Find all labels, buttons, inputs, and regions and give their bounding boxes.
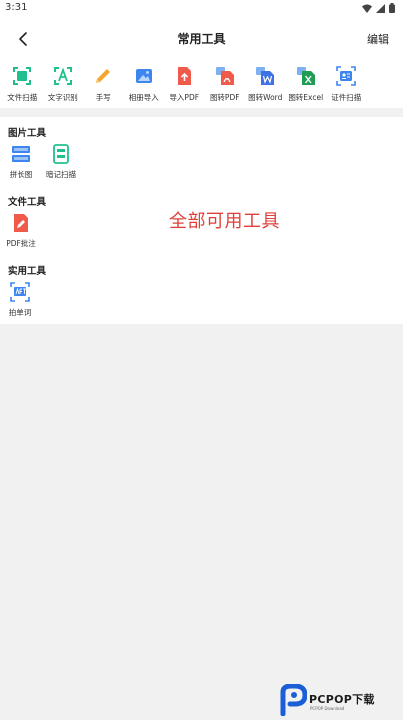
quick-tool-label: 手写 — [95, 93, 111, 102]
status-time: 3:31 — [5, 2, 28, 13]
image-to-excel-icon — [296, 67, 315, 85]
import-pdf-icon — [178, 67, 192, 85]
app-header: 常用工具 编辑 — [0, 18, 403, 60]
long-image-icon — [12, 146, 30, 162]
id-card-icon — [336, 66, 357, 86]
watermark-brand: PCPOP下载 — [309, 693, 375, 706]
quick-tool-label: 导入PDF — [169, 93, 200, 102]
overlay-caption: 全部可用工具 — [169, 211, 280, 232]
quick-tool-text-recognition[interactable]: 文字识别 — [43, 60, 84, 108]
quick-tool-image-to-pdf[interactable]: 图转PDF — [205, 60, 246, 108]
tool-word-capture[interactable]: 拍单词 — [0, 282, 40, 324]
text-recognition-icon — [53, 67, 72, 85]
tool-label: 暗记扫描 — [46, 170, 76, 179]
edit-button[interactable]: 编辑 — [367, 31, 389, 47]
album-icon — [135, 69, 152, 83]
quick-tool-label: 文字识别 — [47, 93, 78, 102]
image-to-pdf-icon — [215, 67, 234, 85]
status-bar: 3:31 — [0, 0, 403, 18]
quick-tools-bar: 文件扫描 文字识别 手写 相册导入 导入PDF 图转PDF 图转Word 图转E… — [0, 60, 403, 108]
quick-tool-label: 图转Excel — [288, 93, 324, 102]
section-title-image-tools: 图片工具 — [8, 128, 47, 139]
quick-tool-label: 图转PDF — [209, 93, 240, 102]
quick-tool-file-scan[interactable]: 文件扫描 — [2, 60, 43, 108]
quick-tool-id-scan[interactable]: 证件扫描 — [326, 60, 367, 108]
tool-long-image[interactable]: 拼长图 — [1, 144, 41, 186]
quick-tool-image-to-excel[interactable]: 图转Excel — [286, 60, 327, 108]
quick-tool-handwriting[interactable]: 手写 — [83, 60, 124, 108]
quick-tool-album-import[interactable]: 相册导入 — [124, 60, 165, 108]
quick-tool-label: 文件扫描 — [7, 93, 38, 102]
pcpop-logo-icon — [280, 684, 307, 716]
signal-icon — [376, 3, 385, 13]
battery-icon — [389, 3, 395, 13]
status-icons — [362, 3, 395, 13]
section-title-file-tools: 文件工具 — [8, 197, 47, 208]
tool-label: 拍单词 — [8, 308, 32, 317]
quick-tool-image-to-word[interactable]: 图转Word — [245, 60, 286, 108]
pdf-annotate-icon — [14, 214, 28, 232]
quick-tool-import-pdf[interactable]: 导入PDF — [164, 60, 205, 108]
tool-pdf-annotate[interactable]: PDF批注 — [1, 213, 41, 255]
word-capture-icon — [10, 282, 30, 302]
watermark: PCPOP下载 PCPOP Download — [279, 682, 403, 718]
watermark-sub: PCPOP Download — [310, 706, 345, 711]
section-divider — [0, 108, 403, 117]
section-title-utility-tools: 实用工具 — [8, 266, 47, 277]
tool-memo-scan[interactable]: 暗记扫描 — [41, 144, 81, 186]
image-to-word-icon — [256, 67, 275, 85]
tool-label: 拼长图 — [9, 170, 33, 179]
wifi-icon — [362, 4, 372, 13]
pencil-icon — [96, 69, 111, 83]
memo-scan-icon — [53, 144, 69, 164]
tool-label: PDF批注 — [6, 239, 36, 248]
quick-tool-label: 相册导入 — [128, 93, 159, 102]
quick-tool-label: 证件扫描 — [331, 93, 362, 102]
scan-frame-icon — [13, 67, 32, 85]
page-title: 常用工具 — [177, 32, 226, 46]
quick-tool-label: 图转Word — [248, 93, 283, 102]
